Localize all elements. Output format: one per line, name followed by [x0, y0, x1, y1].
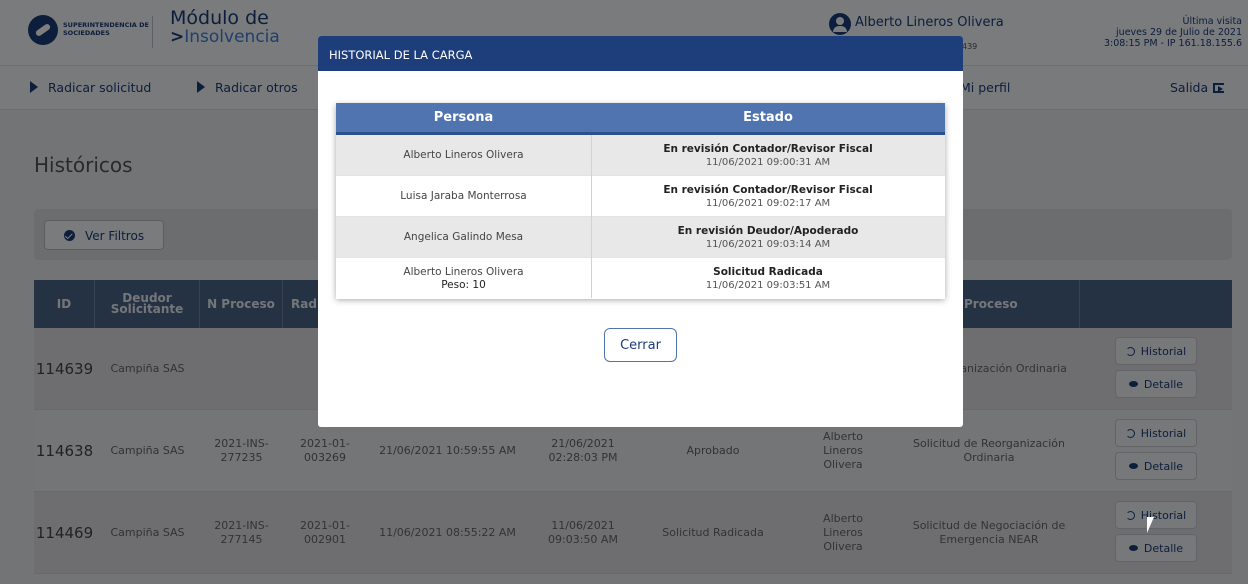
cell-estado: En revisión Deudor/Apoderado 11/06/2021 0… [591, 217, 945, 258]
cell-estado: En revisión Contador/Revisor Fiscal 11/06… [591, 135, 945, 176]
persona-name: Alberto Lineros Olivera [403, 265, 524, 278]
estado-date: 11/06/2021 09:00:31 AM [705, 156, 831, 168]
persona-name: Angelica Galindo Mesa [403, 231, 524, 243]
historial-row: Angelica Galindo Mesa En revisión Deudor… [336, 217, 945, 258]
historial-table-header: Persona Estado [336, 103, 945, 135]
th-persona: Persona [433, 110, 494, 125]
estado-text: En revisión Contador/Revisor Fiscal [663, 183, 873, 196]
cell-persona: Alberto Lineros Olivera [336, 135, 591, 176]
historial-row: Luisa Jaraba Monterrosa En revisión Cont… [336, 176, 945, 217]
estado-text: Solicitud Radicada [713, 265, 823, 278]
mouse-cursor-icon [1147, 517, 1161, 533]
cerrar-button[interactable]: Cerrar [604, 328, 677, 362]
historial-row: Alberto Lineros Olivera Peso: 10 Solicitu… [336, 258, 945, 299]
cell-persona: Luisa Jaraba Monterrosa [336, 176, 591, 217]
persona-name: Luisa Jaraba Monterrosa [400, 190, 527, 202]
estado-date: 11/06/2021 09:02:17 AM [705, 197, 831, 209]
th-estado: Estado [743, 110, 793, 125]
cell-estado: Solicitud Radicada 11/06/2021 09:03:51 AM [591, 258, 945, 299]
peso-text: Peso: 10 [441, 278, 486, 291]
cell-estado: En revisión Contador/Revisor Fiscal 11/06… [591, 176, 945, 217]
cell-persona: Angelica Galindo Mesa [336, 217, 591, 258]
estado-text: En revisión Deudor/Apoderado [677, 224, 859, 237]
estado-date: 11/06/2021 09:03:51 AM [705, 279, 831, 291]
estado-text: En revisión Contador/Revisor Fiscal [663, 142, 873, 155]
modal-title: HISTORIAL DE LA CARGA [318, 36, 963, 71]
cell-persona: Alberto Lineros Olivera Peso: 10 [336, 258, 591, 299]
column-divider [591, 135, 592, 298]
estado-date: 11/06/2021 09:03:14 AM [705, 238, 831, 250]
historial-table: Persona Estado Alberto Lineros Olivera E… [336, 103, 945, 299]
historial-row: Alberto Lineros Olivera En revisión Cont… [336, 135, 945, 176]
persona-name: Alberto Lineros Olivera [403, 149, 524, 161]
historial-modal: HISTORIAL DE LA CARGA Persona Estado Alb… [318, 36, 963, 427]
